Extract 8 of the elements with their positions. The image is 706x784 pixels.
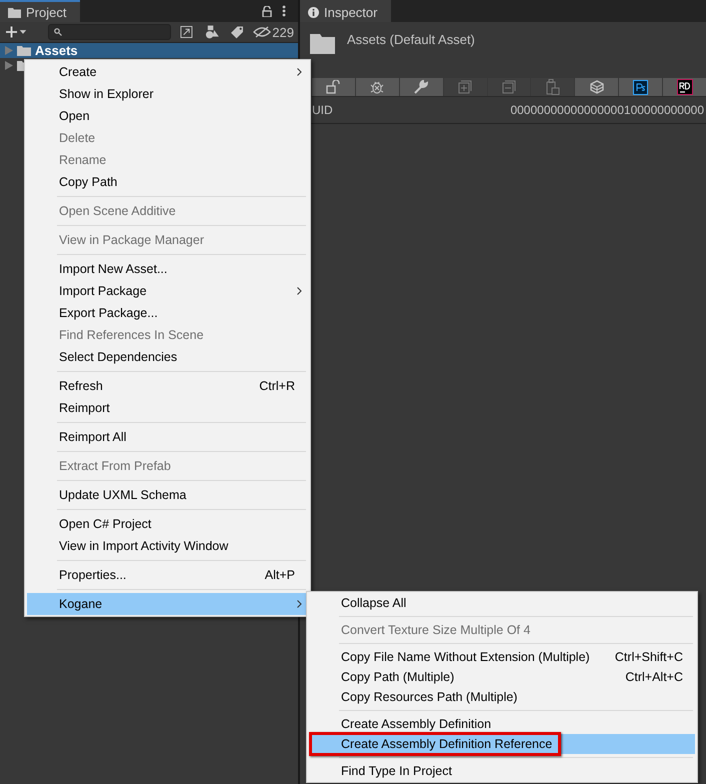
shortcut-label: Ctrl+Alt+C bbox=[625, 670, 683, 684]
asset-title: Assets (Default Asset) bbox=[347, 32, 475, 47]
shortcut-label: Ctrl+Shift+C bbox=[614, 650, 683, 664]
guid-label: UID bbox=[312, 103, 333, 119]
shortcut-label: Alt+P bbox=[264, 568, 295, 582]
shortcut-label: Ctrl+R bbox=[259, 379, 295, 393]
guid-value: 00000000000000000100000000000 bbox=[510, 103, 704, 119]
hidden-count: 229 bbox=[272, 24, 294, 40]
